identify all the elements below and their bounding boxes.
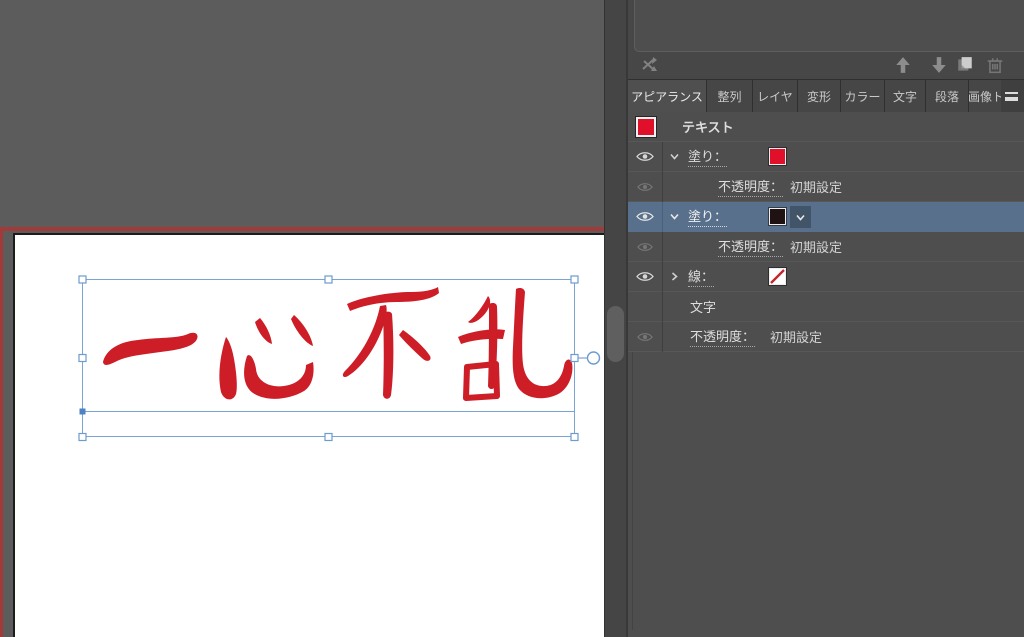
vertical-scrollbar[interactable]: [604, 0, 626, 637]
panel-tab-bar: アピアランス 整列 レイヤ 変形 カラー 文字 段落 画像ト: [628, 79, 1024, 113]
eye-icon: [636, 272, 654, 281]
eye-icon: [636, 152, 654, 161]
eye-icon: [636, 212, 654, 221]
opacity-label[interactable]: 不透明度：: [690, 326, 756, 347]
chevron-down-icon[interactable]: [669, 151, 680, 162]
opacity-value[interactable]: 初期設定: [790, 237, 842, 256]
upper-panel-list: [634, 0, 1024, 52]
eye-dim-icon: [637, 242, 653, 251]
opacity-row-2[interactable]: 不透明度： 初期設定: [628, 232, 1024, 262]
hamburger-menu-icon: [1004, 92, 1018, 101]
chevron-down-icon: [796, 214, 805, 221]
characters-group-row[interactable]: 文字: [628, 292, 1024, 322]
column-divider: [662, 322, 663, 352]
tab-align[interactable]: 整列: [707, 80, 753, 113]
opacity-label[interactable]: 不透明度：: [718, 176, 784, 197]
visibility-toggle[interactable]: [628, 322, 662, 352]
panel-dock: アピアランス 整列 レイヤ 変形 カラー 文字 段落 画像ト テキスト 塗り： …: [628, 0, 1024, 637]
tab-image-trace[interactable]: 画像ト: [969, 80, 1004, 113]
visibility-toggle[interactable]: [628, 232, 662, 262]
fill-row-2-selected[interactable]: 塗り：: [628, 202, 1024, 232]
swap-arrows-icon[interactable]: [640, 56, 658, 74]
baseline-anchor-handle[interactable]: [79, 408, 86, 415]
fill-row-1[interactable]: 塗り：: [628, 142, 1024, 172]
arrow-down-icon[interactable]: [930, 56, 948, 74]
column-divider: [662, 292, 663, 322]
stroke-label[interactable]: 線：: [688, 266, 715, 287]
new-item-icon[interactable]: [956, 56, 974, 74]
column-divider: [662, 142, 663, 172]
column-divider: [662, 202, 663, 232]
panel-menu-button[interactable]: [1001, 80, 1021, 113]
document-pasteboard[interactable]: 一心不乱: [0, 0, 604, 637]
tab-transform[interactable]: 変形: [798, 80, 841, 113]
appearance-object-row[interactable]: テキスト: [628, 112, 1024, 142]
canvas-overlay: [78, 275, 601, 442]
opacity-label[interactable]: 不透明度：: [718, 236, 784, 257]
visibility-toggle[interactable]: [628, 262, 662, 292]
fill-label[interactable]: 塗り：: [688, 206, 728, 227]
opacity-value[interactable]: 初期設定: [790, 177, 842, 196]
none-diagonal-icon: [770, 269, 785, 284]
opacity-row-1[interactable]: 不透明度： 初期設定: [628, 172, 1024, 202]
stroke-none-swatch[interactable]: [768, 267, 787, 286]
arrow-up-icon[interactable]: [894, 56, 912, 74]
visibility-toggle[interactable]: [628, 202, 662, 232]
fill-color-swatch[interactable]: [768, 147, 787, 166]
swatch-dropdown-button[interactable]: [790, 206, 811, 228]
eye-placeholder: [628, 292, 662, 322]
visibility-toggle[interactable]: [628, 172, 662, 202]
fill-label[interactable]: 塗り：: [688, 146, 728, 167]
characters-label: 文字: [690, 300, 717, 315]
object-type-label: テキスト: [682, 120, 734, 135]
upper-panel-bottom: [628, 0, 1024, 79]
chevron-down-icon[interactable]: [669, 211, 680, 222]
fill-color-swatch[interactable]: [768, 207, 787, 226]
eye-dim-icon: [637, 332, 653, 341]
trash-icon[interactable]: [986, 56, 1004, 74]
illustrator-workspace: 一心不乱: [0, 0, 1024, 637]
object-color-thumbnail: [635, 115, 657, 138]
list-left-border: [632, 352, 633, 630]
column-divider: [662, 232, 663, 262]
stroke-row[interactable]: 線：: [628, 262, 1024, 292]
tab-appearance[interactable]: アピアランス: [628, 80, 707, 113]
chevron-right-icon[interactable]: [669, 271, 680, 282]
upper-panel-toolbar: [628, 52, 1024, 78]
visibility-toggle[interactable]: [628, 142, 662, 172]
opacity-value[interactable]: 初期設定: [770, 327, 822, 346]
text-out-port-handle[interactable]: [586, 351, 601, 365]
tab-layers[interactable]: レイヤ: [753, 80, 798, 113]
scrollbar-thumb[interactable]: [607, 306, 624, 362]
tab-paragraph[interactable]: 段落: [926, 80, 969, 113]
column-divider: [662, 262, 663, 292]
eye-dim-icon: [637, 182, 653, 191]
tab-character[interactable]: 文字: [885, 80, 926, 113]
tab-color[interactable]: カラー: [841, 80, 885, 113]
calligraphy-text[interactable]: [103, 287, 573, 401]
root-opacity-row[interactable]: 不透明度： 初期設定: [628, 322, 1024, 352]
column-divider: [662, 172, 663, 202]
selection-handles[interactable]: [78, 275, 579, 442]
appearance-list: テキスト 塗り： 不透明度： 初期設定 塗り： 不透明度： 初期設定 線： 文字…: [628, 112, 1024, 352]
